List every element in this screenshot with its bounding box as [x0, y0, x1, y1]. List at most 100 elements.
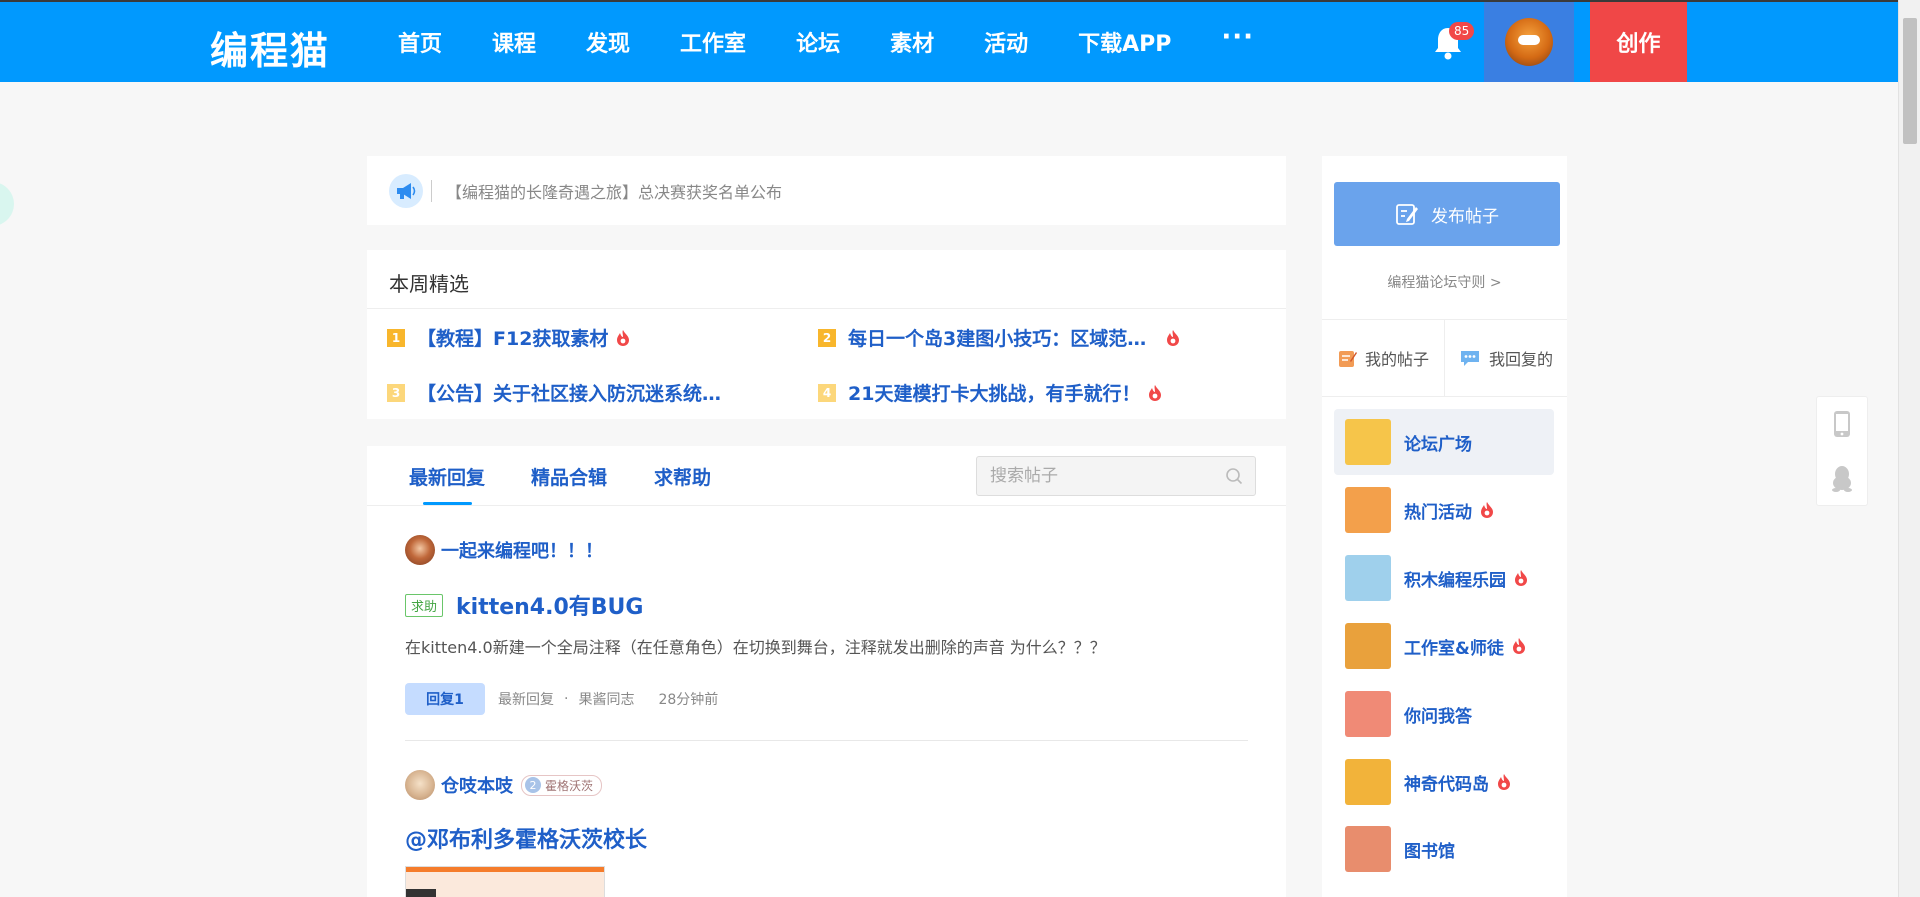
- notification-badge: 85: [1449, 22, 1475, 40]
- notebook-icon: [1338, 351, 1357, 367]
- announcement-bar[interactable]: 【编程猫的长隆奇遇之旅】总决赛获奖名单公布: [367, 156, 1286, 225]
- megaphone-icon: [389, 173, 423, 208]
- search-input[interactable]: [977, 457, 1207, 495]
- fire-icon: [1512, 638, 1525, 654]
- search-icon[interactable]: [1225, 467, 1243, 485]
- weekly-pick-item[interactable]: 2 每日一个岛3建图小技巧：区域范…: [818, 324, 1180, 351]
- nav-forum[interactable]: 论坛: [771, 26, 865, 58]
- post-title-text[interactable]: @邓布利多霍格沃茨校长: [405, 822, 647, 854]
- floating-toolbar: [1816, 396, 1868, 506]
- post-title[interactable]: @邓布利多霍格沃茨校长: [405, 822, 647, 854]
- post-title-text[interactable]: kitten4.0有BUG: [456, 589, 643, 621]
- post-title[interactable]: 求助 kitten4.0有BUG: [405, 589, 643, 621]
- rank-badge: 2: [818, 328, 836, 347]
- floating-bubble[interactable]: [0, 182, 14, 226]
- nav-download-app[interactable]: 下载APP: [1053, 26, 1196, 58]
- reply-count-button[interactable]: 回复1: [405, 683, 485, 715]
- board-thumbnail: [1345, 826, 1391, 872]
- board-studio-mentor[interactable]: 工作室&师徒: [1334, 613, 1554, 679]
- avatar: [1505, 18, 1553, 66]
- my-posts-button[interactable]: 我的帖子: [1322, 320, 1445, 396]
- nav-courses[interactable]: 课程: [467, 26, 561, 58]
- latest-reply-label: 最新回复: [498, 692, 554, 708]
- nav-studio[interactable]: 工作室: [655, 26, 771, 58]
- board-library[interactable]: 图书馆: [1334, 816, 1554, 882]
- rank-badge: 1: [387, 328, 405, 347]
- announcement-text[interactable]: 【编程猫的长隆奇遇之旅】总决赛获奖名单公布: [446, 179, 782, 203]
- site-logo[interactable]: 编程猫: [210, 20, 330, 75]
- board-qa[interactable]: 你问我答: [1334, 681, 1554, 747]
- pick-title: 【教程】F12获取素材: [417, 328, 609, 350]
- tab-featured[interactable]: 精品合辑: [531, 463, 607, 490]
- tab-help[interactable]: 求帮助: [654, 463, 711, 490]
- board-name: 论坛广场: [1404, 434, 1472, 455]
- more-menu-icon[interactable]: ···: [1196, 22, 1254, 52]
- user-avatar-button[interactable]: [1484, 2, 1574, 82]
- mobile-phone-icon[interactable]: [1832, 410, 1852, 438]
- fire-icon: [1167, 329, 1180, 346]
- author-name[interactable]: 一起来编程吧！！！: [441, 537, 603, 563]
- create-button[interactable]: 创作: [1590, 2, 1687, 82]
- board-name: 热门活动: [1404, 502, 1472, 523]
- board-name: 积木编程乐园: [1404, 570, 1506, 591]
- rank-badge: 3: [387, 383, 405, 402]
- fire-icon: [1498, 774, 1510, 790]
- forum-rules-link[interactable]: 编程猫论坛守则 >: [1322, 272, 1567, 292]
- post-excerpt[interactable]: 在kitten4.0新建一个全局注释（在任意角色）在切换到舞台，注释就发出删除的…: [405, 634, 1106, 658]
- help-tag: 求助: [405, 593, 444, 617]
- board-thumbnail: [1345, 555, 1391, 601]
- board-code-island[interactable]: 神奇代码岛: [1334, 749, 1554, 815]
- my-replies-button[interactable]: 我回复的: [1445, 320, 1567, 396]
- board-block-coding[interactable]: 积木编程乐园: [1334, 545, 1554, 611]
- post-thumbnail[interactable]: [405, 866, 605, 897]
- pick-title: 每日一个岛3建图小技巧：区域范…: [848, 328, 1147, 350]
- post-author[interactable]: 仓吱本吱 2 霍格沃茨: [405, 770, 603, 800]
- fire-icon: [1481, 502, 1493, 518]
- page-scrollbar[interactable]: [1898, 0, 1920, 897]
- board-forum-square[interactable]: 论坛广场: [1334, 409, 1554, 475]
- chat-bubble-icon: [1460, 351, 1479, 366]
- board-thumbnail: [1345, 691, 1391, 737]
- edit-icon: [1396, 204, 1418, 225]
- weekly-pick-item[interactable]: 4 21天建模打卡大挑战，有手就行！: [818, 379, 1162, 406]
- active-tab-indicator: [423, 502, 472, 505]
- top-nav-bar: 编程猫 首页 课程 发现 工作室 论坛 素材 活动 下载APP ··· 85 创…: [0, 0, 1898, 82]
- post-author[interactable]: 一起来编程吧！！！: [405, 535, 603, 565]
- author-name[interactable]: 仓吱本吱: [441, 772, 513, 798]
- pick-title: 【公告】关于社区接入防沉迷系统…: [417, 383, 722, 405]
- qq-penguin-icon[interactable]: [1830, 464, 1854, 492]
- nav-materials[interactable]: 素材: [865, 26, 959, 58]
- board-name: 图书馆: [1404, 841, 1455, 862]
- house-name: 霍格沃茨: [545, 778, 594, 793]
- weekly-picks-title: 本周精选: [389, 272, 469, 296]
- tab-latest-replies[interactable]: 最新回复: [409, 463, 485, 490]
- forum-sidebar: 发布帖子 编程猫论坛守则 > 我的帖子 我回复的 论坛广场 热门活动 积木编程乐…: [1322, 156, 1567, 897]
- avatar[interactable]: [405, 770, 435, 800]
- meta-separator: ·: [564, 691, 569, 707]
- weekly-pick-item[interactable]: 3 【公告】关于社区接入防沉迷系统…: [387, 379, 721, 406]
- post-feed: 最新回复 精品合辑 求帮助 一起来编程吧！！！ 求助 kitten4.0有BUG…: [367, 446, 1286, 897]
- level-number: 2: [525, 777, 541, 793]
- post-divider: [405, 740, 1248, 741]
- board-thumbnail: [1345, 419, 1391, 465]
- avatar[interactable]: [405, 535, 435, 565]
- publish-post-button[interactable]: 发布帖子: [1334, 182, 1560, 246]
- divider: [367, 308, 1286, 309]
- board-hot-events[interactable]: 热门活动: [1334, 477, 1554, 543]
- rank-badge: 4: [818, 383, 836, 402]
- board-thumbnail: [1345, 623, 1391, 669]
- replier-name[interactable]: 果酱同志: [578, 689, 634, 709]
- nav-discover[interactable]: 发现: [561, 26, 655, 58]
- board-thumbnail: [1345, 759, 1391, 805]
- scrollbar-thumb[interactable]: [1903, 18, 1917, 144]
- board-thumbnail: [1345, 487, 1391, 533]
- nav-home[interactable]: 首页: [398, 26, 467, 58]
- feed-tabs: 最新回复 精品合辑 求帮助: [367, 446, 1286, 506]
- nav-events[interactable]: 活动: [959, 26, 1053, 58]
- fire-icon: [617, 329, 630, 346]
- post-meta: 回复1 最新回复 · 果酱同志 28分钟前: [405, 683, 718, 715]
- my-posts-label: 我的帖子: [1364, 350, 1429, 369]
- reply-time: 28分钟前: [658, 692, 719, 708]
- my-activity-row: 我的帖子 我回复的: [1322, 319, 1567, 397]
- weekly-pick-item[interactable]: 1 【教程】F12获取素材: [387, 324, 630, 351]
